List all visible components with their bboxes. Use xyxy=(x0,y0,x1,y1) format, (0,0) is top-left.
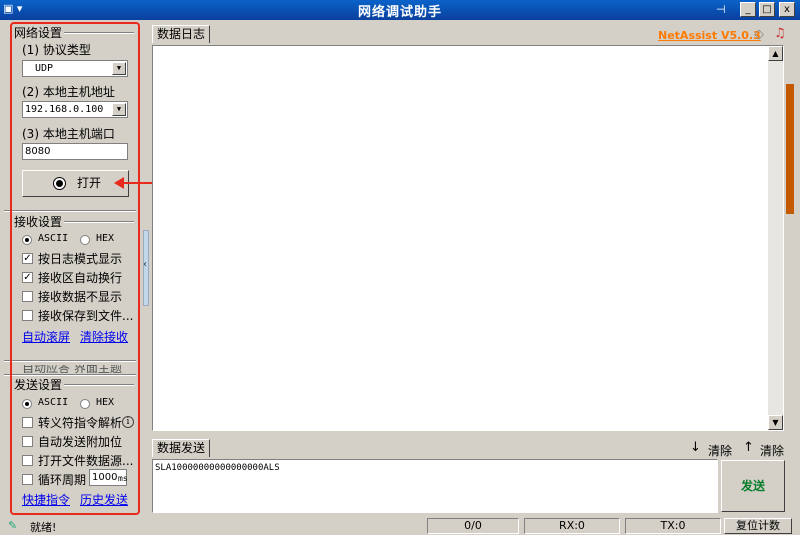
status-icon: ✎ xyxy=(8,519,18,532)
chevron-left-icon: ‹ xyxy=(143,259,147,270)
log-scrollbar[interactable]: ▲ ▼ xyxy=(768,46,783,430)
send-input[interactable]: SLA10000000000000000ALS xyxy=(152,459,718,513)
right-edge-strip xyxy=(786,84,794,214)
window-title: 网络调试助手 xyxy=(357,5,442,20)
bell-icon[interactable]: ♫ xyxy=(774,26,786,41)
tab-data-send[interactable]: 数据发送 xyxy=(152,439,211,457)
title-bar[interactable]: ▣ ▾ 网络调试助手 ⊣ _ □ x xyxy=(0,0,800,20)
brand-link[interactable]: NetAssist V5.0.3 xyxy=(658,29,761,42)
status-tx: TX:0 xyxy=(625,518,721,534)
send-button[interactable]: 发送 xyxy=(721,460,785,512)
panel-collapse-handle[interactable]: ‹ xyxy=(143,230,149,306)
maximize-button[interactable]: □ xyxy=(759,2,775,17)
tab-data-log[interactable]: 数据日志 xyxy=(152,25,211,43)
send-input-text: SLA10000000000000000ALS xyxy=(155,463,280,473)
highlight-box xyxy=(10,22,140,515)
scroll-down-icon[interactable]: ▼ xyxy=(768,415,783,430)
status-count: 0/0 xyxy=(427,518,519,534)
clear-send-button[interactable]: 清除 xyxy=(708,442,732,459)
clear-all-button[interactable]: 清除 xyxy=(760,442,784,459)
status-text: 就绪! xyxy=(30,521,57,534)
scroll-up-icon[interactable]: ▲ xyxy=(768,46,783,61)
clear-send-icon[interactable]: ↓ xyxy=(690,440,701,455)
status-rx: RX:0 xyxy=(524,518,620,534)
pin-icon[interactable]: ⊣ xyxy=(716,3,730,17)
minimize-button[interactable]: _ xyxy=(740,2,756,17)
close-button[interactable]: x xyxy=(779,2,795,17)
clear-all-icon[interactable]: ↑ xyxy=(743,440,754,455)
diamond-icon[interactable]: ◇ xyxy=(754,27,764,42)
reset-count-button[interactable]: 复位计数 xyxy=(724,518,792,534)
data-log-area[interactable]: ▲ ▼ xyxy=(152,45,784,431)
